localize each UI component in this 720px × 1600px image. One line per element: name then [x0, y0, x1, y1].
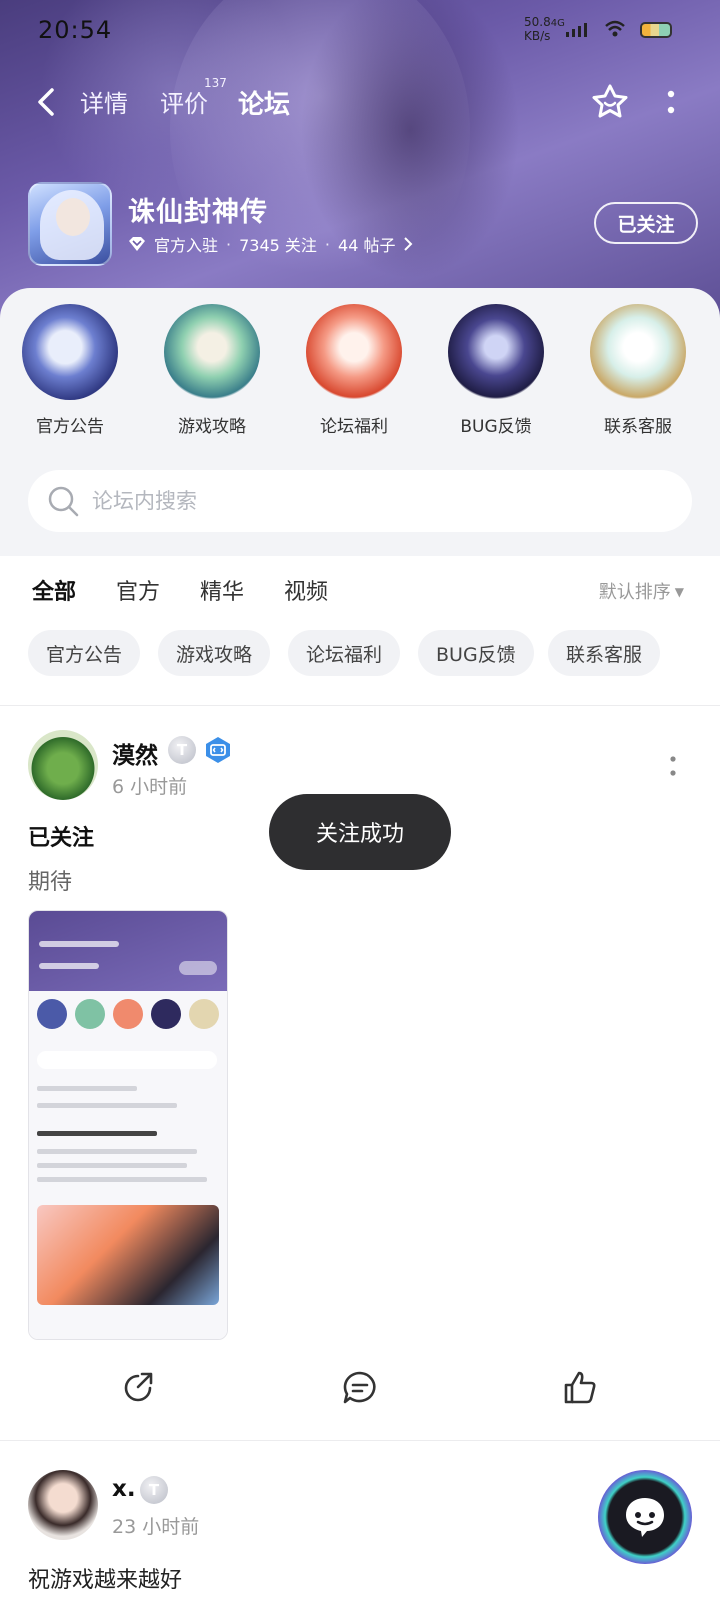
chip-guide[interactable]: 游戏攻略 [158, 630, 271, 676]
tab-reviews-label: 评价 [160, 90, 208, 118]
toast-message: 关注成功 [269, 794, 451, 870]
post-title[interactable]: 已关注 [28, 820, 94, 852]
tab-forum-label: 论坛 [238, 90, 291, 120]
welfare-icon [306, 304, 402, 400]
top-navigation: 详情 评价 137 论坛 [0, 76, 720, 128]
post-username[interactable]: 漠然 [112, 736, 158, 770]
diamond-icon [129, 237, 145, 251]
chat-fab[interactable] [598, 1470, 692, 1564]
chip-customer-service[interactable]: 联系客服 [548, 630, 661, 676]
post-image[interactable] [28, 910, 228, 1340]
developer-badge-icon [206, 737, 230, 763]
post-time: 23 小时前 [112, 1516, 200, 1538]
posts-count: 44 帖子 [338, 236, 396, 255]
status-bar: 20:54 50.84G KB/s [0, 0, 720, 60]
customer-service-icon [590, 304, 686, 400]
category-customer-service[interactable]: 联系客服 [578, 304, 698, 437]
like-icon[interactable] [562, 1370, 598, 1406]
filter-tab-all[interactable]: 全部 [32, 574, 76, 606]
chevron-right-icon [404, 237, 413, 251]
post-username[interactable]: x. [112, 1476, 136, 1502]
filter-tab-essence[interactable]: 精华 [200, 574, 244, 606]
signal-icon [566, 23, 587, 37]
forum-search-box[interactable] [28, 470, 692, 532]
divider [0, 705, 720, 706]
game-meta[interactable]: 官方入驻 · 7345 关注 · 44 帖子 [128, 232, 413, 256]
search-icon [48, 486, 79, 517]
header-banner: 20:54 50.84G KB/s 详情 评价 137 论坛 诛仙封神传 官方入… [0, 0, 720, 320]
level-badge: T [140, 1476, 168, 1504]
tab-details[interactable]: 详情 [80, 84, 128, 119]
follow-button[interactable]: 已关注 [594, 202, 698, 244]
share-icon[interactable] [120, 1370, 156, 1406]
topic-chips: 官方公告 游戏攻略 论坛福利 BUG反馈 联系客服 [28, 630, 720, 676]
avatar[interactable] [28, 1470, 98, 1540]
category-welfare[interactable]: 论坛福利 [294, 304, 414, 437]
comment-icon[interactable] [342, 1370, 378, 1406]
category-guide[interactable]: 游戏攻略 [152, 304, 272, 437]
reviews-count: 137 [204, 76, 227, 90]
followers-count: 7345 关注 [239, 236, 317, 255]
network-speed: 50.84G KB/s [524, 15, 565, 43]
announcement-icon [22, 304, 118, 400]
category-announcement[interactable]: 官方公告 [10, 304, 130, 437]
post-more-icon[interactable] [666, 754, 680, 780]
filter-tabs: 全部 官方 精华 视频 默认排序 ▼ [0, 574, 720, 624]
battery-icon [640, 22, 672, 38]
chip-welfare[interactable]: 论坛福利 [288, 630, 401, 676]
chat-bubble-icon [626, 1498, 664, 1537]
post-time: 6 小时前 [112, 776, 188, 798]
sort-dropdown[interactable]: 默认排序 ▼ [599, 578, 684, 604]
category-row: 官方公告 游戏攻略 论坛福利 BUG反馈 联系客服 [0, 304, 720, 444]
tab-forum[interactable]: 论坛 [236, 84, 293, 121]
more-options-icon[interactable] [660, 86, 682, 120]
favorite-star-icon[interactable] [590, 82, 630, 122]
back-arrow-icon[interactable] [32, 84, 62, 120]
post-body[interactable]: 期待 [28, 864, 72, 896]
forum-search-input[interactable] [92, 470, 672, 532]
guide-icon [164, 304, 260, 400]
game-info: 诛仙封神传 官方入驻 · 7345 关注 · 44 帖子 已关注 [28, 182, 698, 268]
level-badge: T [168, 736, 196, 764]
game-title: 诛仙封神传 [128, 197, 268, 228]
category-bug-report[interactable]: BUG反馈 [436, 304, 556, 437]
caret-down-icon: ▼ [674, 585, 684, 599]
status-time: 20:54 [38, 16, 113, 44]
filter-tab-video[interactable]: 视频 [284, 574, 328, 606]
post-body[interactable]: 祝游戏越来越好 [28, 1562, 182, 1594]
wifi-icon [605, 20, 625, 37]
divider [0, 1440, 720, 1441]
bug-report-icon [448, 304, 544, 400]
chip-announcement[interactable]: 官方公告 [28, 630, 141, 676]
filter-tab-official[interactable]: 官方 [116, 574, 160, 606]
forum-panel: 官方公告 游戏攻略 论坛福利 BUG反馈 联系客服 [0, 288, 720, 556]
official-label: 官方入驻 [154, 236, 219, 255]
game-icon[interactable] [28, 182, 112, 266]
post-actions [0, 1370, 720, 1420]
chip-bug-report[interactable]: BUG反馈 [418, 630, 534, 676]
tab-reviews[interactable]: 评价 137 [160, 76, 227, 119]
avatar[interactable] [28, 730, 98, 800]
